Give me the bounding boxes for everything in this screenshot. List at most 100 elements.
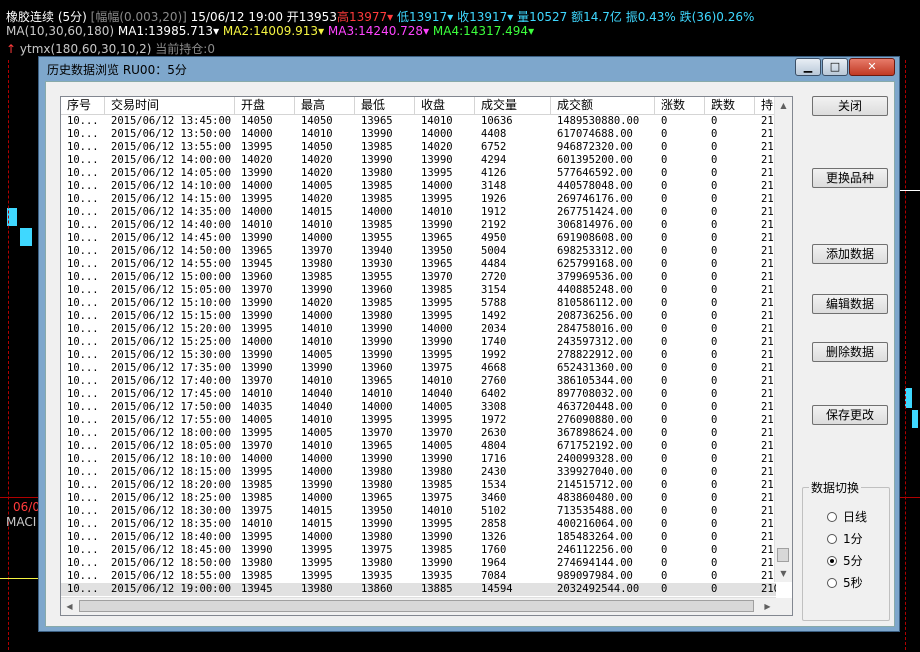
amplitude-value: 振0.43% bbox=[625, 10, 676, 24]
table-cell: 691908608.00 bbox=[557, 232, 633, 244]
table-row[interactable]: 10... 2015/06/12 18:20:00 13985 13990 13980 1… bbox=[61, 479, 776, 492]
table-cell: 0 bbox=[711, 349, 718, 361]
table-row[interactable]: 10... 2015/06/12 18:50:00 13980 13995 13980 1… bbox=[61, 557, 776, 570]
change-symbol-button[interactable]: 更换品种 bbox=[812, 168, 888, 188]
table-row[interactable]: 10... 2015/06/12 13:55:00 13995 14050 13985 1… bbox=[61, 141, 776, 154]
table-cell: 13980 bbox=[301, 258, 333, 270]
table-cell: 14000 bbox=[241, 128, 273, 140]
table-cell: 0 bbox=[661, 349, 668, 361]
table-row[interactable]: 10... 2015/06/12 17:45:00 14010 14040 14010 1… bbox=[61, 388, 776, 401]
table-row[interactable]: 10... 2015/06/12 15:20:00 13995 14010 13990 1… bbox=[61, 323, 776, 336]
history-table[interactable]: 序号 交易时间 开盘 最高 最低 收盘 成交量 成交额 涨数 跌数持 10... 2015/06/1… bbox=[60, 96, 793, 616]
table-row[interactable]: 10... 2015/06/12 14:50:00 13965 13970 13940 1… bbox=[61, 245, 776, 258]
table-row[interactable]: 10... 2015/06/12 18:35:00 14010 14015 13990 1… bbox=[61, 518, 776, 531]
table-cell: 14010 bbox=[301, 336, 333, 348]
delete-data-button[interactable]: 删除数据 bbox=[812, 342, 888, 362]
scroll-down-icon[interactable]: ▼ bbox=[775, 565, 792, 582]
table-cell: 278822912.00 bbox=[557, 349, 633, 361]
table-row[interactable]: 10... 2015/06/12 18:55:00 13985 13995 13935 1… bbox=[61, 570, 776, 583]
table-row[interactable]: 10... 2015/06/12 15:30:00 13990 14005 13990 1… bbox=[61, 349, 776, 362]
scroll-up-icon[interactable]: ▲ bbox=[775, 97, 792, 114]
table-cell: 246112256.00 bbox=[557, 544, 633, 556]
table-row[interactable]: 10... 2015/06/12 18:30:00 13975 14015 13950 1… bbox=[61, 505, 776, 518]
column-header[interactable]: 序号 bbox=[61, 97, 105, 114]
vertical-scrollbar[interactable]: ▲ ▼ bbox=[774, 97, 792, 582]
table-cell: 946872320.00 bbox=[557, 141, 633, 153]
table-cell: 217 bbox=[761, 206, 776, 218]
column-header[interactable]: 收盘 bbox=[415, 97, 475, 114]
table-row[interactable]: 10... 2015/06/12 17:35:00 13990 13990 13960 1… bbox=[61, 362, 776, 375]
add-data-button[interactable]: 添加数据 bbox=[812, 244, 888, 264]
period-radio-option[interactable]: 5分 bbox=[827, 552, 863, 569]
table-cell: 10... bbox=[67, 141, 99, 153]
title-bar[interactable]: 历史数据浏览 RU00：5分 ▁ □ ✕ bbox=[39, 57, 899, 79]
minimize-button[interactable]: ▁ bbox=[795, 58, 821, 76]
vertical-scroll-thumb[interactable] bbox=[777, 548, 789, 562]
table-row[interactable]: 10... 2015/06/12 18:05:00 13970 14010 13965 1… bbox=[61, 440, 776, 453]
radio-icon[interactable] bbox=[827, 578, 837, 588]
edit-data-button[interactable]: 编辑数据 bbox=[812, 294, 888, 314]
column-header[interactable]: 成交额 bbox=[551, 97, 655, 114]
table-row[interactable]: 10... 2015/06/12 13:45:00 14050 14050 13965 1… bbox=[61, 115, 776, 128]
table-row[interactable]: 10... 2015/06/12 18:25:00 13985 14000 13965 1… bbox=[61, 492, 776, 505]
column-header[interactable]: 跌数 bbox=[705, 97, 755, 114]
table-row[interactable]: 10... 2015/06/12 15:15:00 13990 14000 13980 1… bbox=[61, 310, 776, 323]
table-cell: 10... bbox=[67, 375, 99, 387]
column-header[interactable]: 最低 bbox=[355, 97, 415, 114]
table-cell: 13980 bbox=[361, 167, 393, 179]
table-cell: 625799168.00 bbox=[557, 258, 633, 270]
table-cell: 13980 bbox=[301, 583, 333, 595]
table-row[interactable]: 10... 2015/06/12 15:25:00 14000 14010 13990 1… bbox=[61, 336, 776, 349]
table-row[interactable]: 10... 2015/06/12 14:45:00 13990 14000 13955 1… bbox=[61, 232, 776, 245]
table-cell: 10... bbox=[67, 258, 99, 270]
column-header[interactable]: 开盘 bbox=[235, 97, 295, 114]
indicator-name: ytmx(180,60,30,10,2) bbox=[19, 42, 152, 56]
table-row[interactable]: 10... 2015/06/12 18:40:00 13995 14000 13980 1… bbox=[61, 531, 776, 544]
table-row[interactable]: 10... 2015/06/12 18:10:00 14000 14000 13990 1… bbox=[61, 453, 776, 466]
column-header[interactable]: 涨数 bbox=[655, 97, 705, 114]
column-header[interactable]: 持 bbox=[755, 97, 776, 114]
table-cell: 13985 bbox=[301, 271, 333, 283]
table-row[interactable]: 10... 2015/06/12 19:00:00 13945 13980 13860 1… bbox=[61, 583, 776, 596]
table-row[interactable]: 10... 2015/06/12 14:15:00 13995 14020 13985 1… bbox=[61, 193, 776, 206]
table-row[interactable]: 10... 2015/06/12 14:10:00 14000 14005 13985 1… bbox=[61, 180, 776, 193]
radio-icon[interactable] bbox=[827, 534, 837, 544]
table-row[interactable]: 10... 2015/06/12 14:55:00 13945 13980 13930 1… bbox=[61, 258, 776, 271]
table-row[interactable]: 10... 2015/06/12 17:50:00 14035 14040 14000 1… bbox=[61, 401, 776, 414]
maximize-button[interactable]: □ bbox=[822, 58, 848, 76]
change-value: 跌(36)0.26% bbox=[679, 10, 755, 24]
table-row[interactable]: 10... 2015/06/12 14:35:00 14000 14015 14000 1… bbox=[61, 206, 776, 219]
scroll-right-icon[interactable]: ▶ bbox=[759, 598, 776, 615]
table-row[interactable]: 10... 2015/06/12 18:45:00 13990 13995 13975 1… bbox=[61, 544, 776, 557]
table-row[interactable]: 10... 2015/06/12 15:00:00 13960 13985 13955 1… bbox=[61, 271, 776, 284]
table-cell: 13970 bbox=[361, 427, 393, 439]
radio-icon[interactable] bbox=[827, 556, 837, 566]
save-changes-button[interactable]: 保存更改 bbox=[812, 405, 888, 425]
table-row[interactable]: 10... 2015/06/12 14:00:00 14020 14020 13990 1… bbox=[61, 154, 776, 167]
scroll-left-icon[interactable]: ◀ bbox=[61, 598, 78, 615]
column-header[interactable]: 交易时间 bbox=[105, 97, 235, 114]
table-cell: 276090880.00 bbox=[557, 414, 633, 426]
table-row[interactable]: 10... 2015/06/12 14:40:00 14010 14010 13985 1… bbox=[61, 219, 776, 232]
table-row[interactable]: 10... 2015/06/12 18:00:00 13995 14005 13970 1… bbox=[61, 427, 776, 440]
period-radio-option[interactable]: 日线 bbox=[827, 508, 867, 525]
table-row[interactable]: 10... 2015/06/12 15:05:00 13970 13990 13960 1… bbox=[61, 284, 776, 297]
table-row[interactable]: 10... 2015/06/12 17:40:00 13970 14010 13965 1… bbox=[61, 375, 776, 388]
table-row[interactable]: 10... 2015/06/12 14:05:00 13990 14020 13980 1… bbox=[61, 167, 776, 180]
table-row[interactable]: 10... 2015/06/12 13:50:00 14000 14010 13990 1… bbox=[61, 128, 776, 141]
column-header[interactable]: 成交量 bbox=[475, 97, 551, 114]
period-radio-option[interactable]: 1分 bbox=[827, 530, 863, 547]
table-cell: 13970 bbox=[301, 245, 333, 257]
table-row[interactable]: 10... 2015/06/12 15:10:00 13990 14020 13985 1… bbox=[61, 297, 776, 310]
horizontal-scroll-thumb[interactable] bbox=[79, 600, 754, 612]
table-row[interactable]: 10... 2015/06/12 17:55:00 14005 14010 13995 1… bbox=[61, 414, 776, 427]
radio-icon[interactable] bbox=[827, 512, 837, 522]
table-cell: 0 bbox=[661, 453, 668, 465]
column-header[interactable]: 最高 bbox=[295, 97, 355, 114]
table-cell: 14000 bbox=[301, 531, 333, 543]
period-radio-option[interactable]: 5秒 bbox=[827, 574, 863, 591]
table-row[interactable]: 10... 2015/06/12 18:15:00 13995 14000 13980 1… bbox=[61, 466, 776, 479]
horizontal-scrollbar[interactable]: ◀ ▶ bbox=[61, 597, 776, 615]
close-button[interactable]: 关闭 bbox=[812, 96, 888, 116]
close-window-button[interactable]: ✕ bbox=[849, 58, 895, 76]
